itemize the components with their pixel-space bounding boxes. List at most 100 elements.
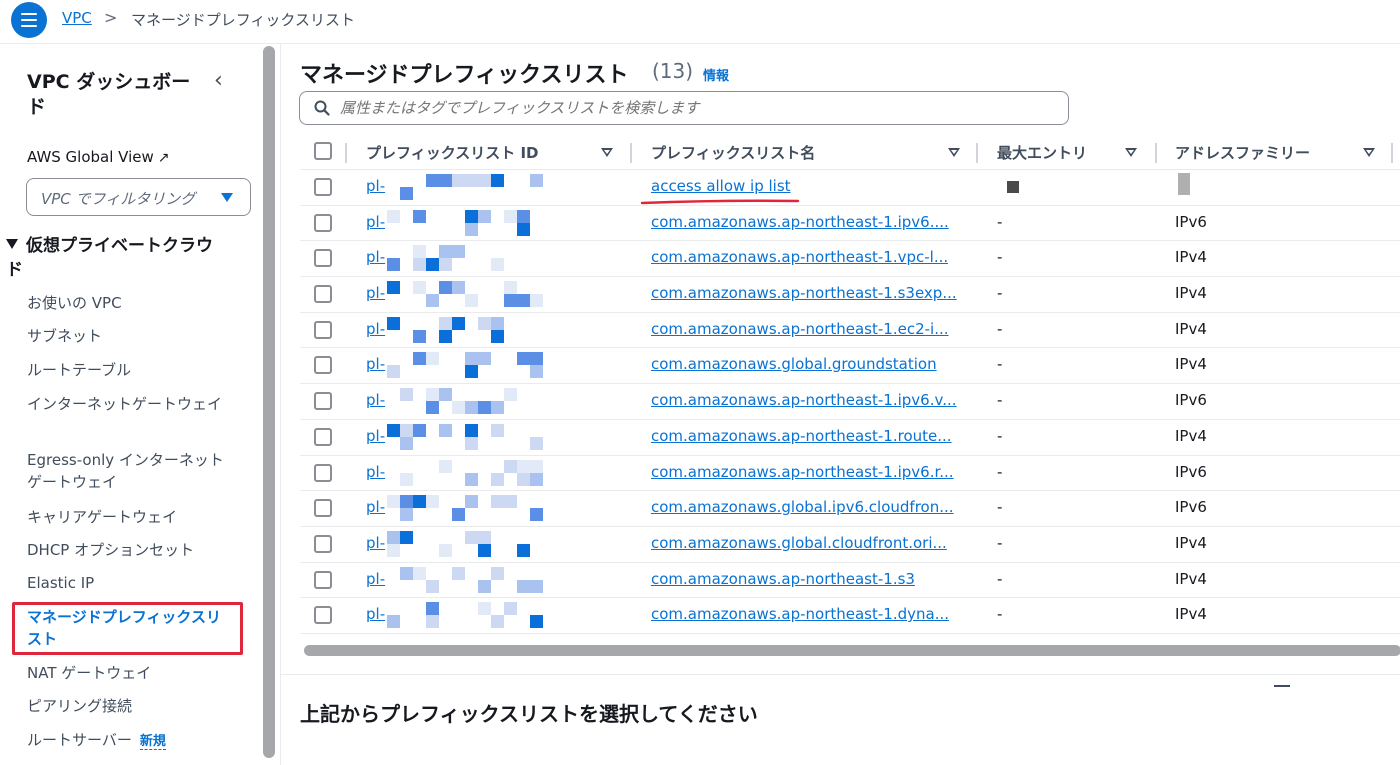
sidebar-item-nat-gateways[interactable]: NAT ゲートウェイ [27,662,237,684]
redaction-block [400,530,413,544]
prefix-list-name-link[interactable]: com.amazonaws.ap-northeast-1.s3exp... [651,284,957,302]
prefix-list-id-link[interactable]: pl- [366,463,385,481]
prefix-list-name-link[interactable]: com.amazonaws.global.ipv6.cloudfron... [651,498,954,516]
table-row[interactable]: pl-access allow ip list [300,170,1400,206]
prefix-list-id-link[interactable]: pl- [366,391,385,409]
search-bar[interactable] [299,91,1069,125]
prefix-list-name-link[interactable]: com.amazonaws.ap-northeast-1.ipv6.v... [651,391,957,409]
prefix-list-name-link[interactable]: com.amazonaws.ap-northeast-1.vpc-l... [651,248,948,266]
prefix-list-id-link[interactable]: pl- [366,320,385,338]
prefix-list-name-link[interactable]: com.amazonaws.ap-northeast-1.ipv6.... [651,213,949,231]
column-header-name[interactable]: プレフィックスリスト名 [651,142,815,163]
sidebar-item-carrier-gateways[interactable]: キャリアゲートウェイ [27,506,237,528]
aws-global-view-link[interactable]: AWS Global View ↗ [27,148,170,166]
prefix-list-name-link[interactable]: com.amazonaws.global.groundstation [651,355,937,373]
sidebar-item-internet-gateways[interactable]: インターネットゲートウェイ [27,393,232,415]
redaction-block [452,566,465,580]
redaction-block [491,401,504,415]
sidebar-item-route-tables[interactable]: ルートテーブル [27,359,237,381]
prefix-list-id-link[interactable]: pl- [366,355,385,373]
row-checkbox[interactable] [314,534,332,553]
sidebar-item-dhcp-option-sets[interactable]: DHCP オプションセット [27,539,237,561]
sort-icon[interactable] [601,148,613,157]
prefix-list-name-link[interactable]: com.amazonaws.ap-northeast-1.ipv6.r... [651,463,954,481]
redacted-id-mosaic [387,174,562,202]
row-checkbox[interactable] [314,213,332,232]
redaction-block [504,459,517,473]
column-header-address-family[interactable]: アドレスファミリー [1175,142,1310,163]
table-row[interactable]: pl-com.amazonaws.ap-northeast-1.ipv6.v..… [300,384,1400,420]
table-row[interactable]: pl-com.amazonaws.ap-northeast-1.dyna... -… [300,598,1400,634]
column-header-max-entries[interactable]: 最大エントリ [997,142,1087,163]
row-checkbox[interactable] [314,570,332,589]
vpc-filter-select[interactable]: VPC でフィルタリング [26,178,251,216]
table-row[interactable]: pl-com.amazonaws.ap-northeast-1.ec2-i...… [300,313,1400,349]
prefix-list-id-link[interactable]: pl- [366,570,385,588]
sort-icon[interactable] [1125,148,1137,157]
row-checkbox[interactable] [314,606,332,625]
search-icon [314,100,330,116]
prefix-list-id-link[interactable]: pl- [366,427,385,445]
redacted-id-mosaic [387,495,562,523]
row-checkbox[interactable] [314,356,332,375]
sidebar-item-route-servers[interactable]: ルートサーバー 新規 [27,729,237,753]
prefix-list-name-link[interactable]: com.amazonaws.ap-northeast-1.s3 [651,570,915,588]
sidebar-item-subnets[interactable]: サブネット [27,325,237,347]
row-checkbox[interactable] [314,285,332,304]
table-row[interactable]: pl-com.amazonaws.ap-northeast-1.s3exp...… [300,277,1400,313]
prefix-list-name-link[interactable]: access allow ip list [651,177,791,195]
row-checkbox[interactable] [314,499,332,518]
table-row[interactable]: pl-com.amazonaws.ap-northeast-1.route...… [300,420,1400,456]
sidebar-scrollbar[interactable] [263,46,275,758]
chevron-left-icon[interactable]: ‹ [214,68,223,93]
prefix-list-name-link[interactable]: com.amazonaws.ap-northeast-1.dyna... [651,605,949,623]
redaction-block [530,508,543,522]
sort-icon[interactable] [948,148,960,157]
sidebar-title[interactable]: VPC ダッシュボード [27,70,207,120]
prefix-list-id-link[interactable]: pl- [366,534,385,552]
info-link[interactable]: 情報 [703,65,729,84]
sidebar-section-vpc[interactable]: 仮想プライベートクラウド [6,234,221,282]
row-checkbox[interactable] [314,427,332,446]
menu-icon[interactable] [11,2,47,38]
row-checkbox[interactable] [314,392,332,411]
sidebar-item-elastic-ip[interactable]: Elastic IP [27,572,237,594]
table-row[interactable]: pl-com.amazonaws.global.cloudfront.ori..… [300,527,1400,563]
table-row[interactable]: pl-com.amazonaws.ap-northeast-1.ipv6....… [300,206,1400,242]
horizontal-scrollbar[interactable] [304,645,1400,656]
redaction-block [478,209,491,223]
prefix-list-id-link[interactable]: pl- [366,605,385,623]
table-row[interactable]: pl-com.amazonaws.ap-northeast-1.ipv6.r..… [300,456,1400,492]
prefix-list-name-link[interactable]: com.amazonaws.global.cloudfront.ori... [651,534,947,552]
sidebar-item-peering-connections[interactable]: ピアリング接続 [27,695,237,717]
prefix-list-id-link[interactable]: pl- [366,177,385,195]
prefix-list-id-link[interactable]: pl- [366,248,385,266]
sidebar-item-your-vpcs[interactable]: お使いの VPC [27,292,237,314]
prefix-list-id-link[interactable]: pl- [366,284,385,302]
table-row[interactable]: pl-com.amazonaws.global.groundstation - IP… [300,348,1400,385]
row-checkbox[interactable] [314,320,332,339]
row-checkbox[interactable] [314,249,332,268]
prefix-list-id-link[interactable]: pl- [366,498,385,516]
split-panel-resize-handle[interactable] [1274,685,1290,687]
column-header-id[interactable]: プレフィックスリスト ID [366,142,539,163]
table-row[interactable]: pl-com.amazonaws.global.ipv6.cloudfron..… [300,491,1400,527]
redaction-block [413,352,426,366]
redacted-id-mosaic [387,566,562,595]
row-checkbox[interactable] [314,178,332,196]
select-all-checkbox[interactable] [314,142,332,160]
redaction-block [465,174,478,187]
prefix-list-name-link[interactable]: com.amazonaws.ap-northeast-1.route... [651,427,952,445]
sort-icon[interactable] [1363,148,1375,157]
top-navigation-bar: VPC > マネージドプレフィックスリスト [0,0,1400,44]
prefix-list-name-link[interactable]: com.amazonaws.ap-northeast-1.ec2-i... [651,320,949,338]
redaction-block [452,174,465,187]
sidebar-item-egress-only-gateways[interactable]: Egress-only インターネットゲートウェイ [27,449,227,493]
prefix-list-id-link[interactable]: pl- [366,213,385,231]
table-row[interactable]: pl-com.amazonaws.ap-northeast-1.vpc-l...… [300,241,1400,278]
table-row[interactable]: pl-com.amazonaws.ap-northeast-1.s3 - IPv4 [300,563,1400,599]
redaction-block [530,174,543,187]
breadcrumb-vpc-link[interactable]: VPC [62,9,92,27]
search-input[interactable] [340,96,1055,120]
row-checkbox[interactable] [314,463,332,482]
